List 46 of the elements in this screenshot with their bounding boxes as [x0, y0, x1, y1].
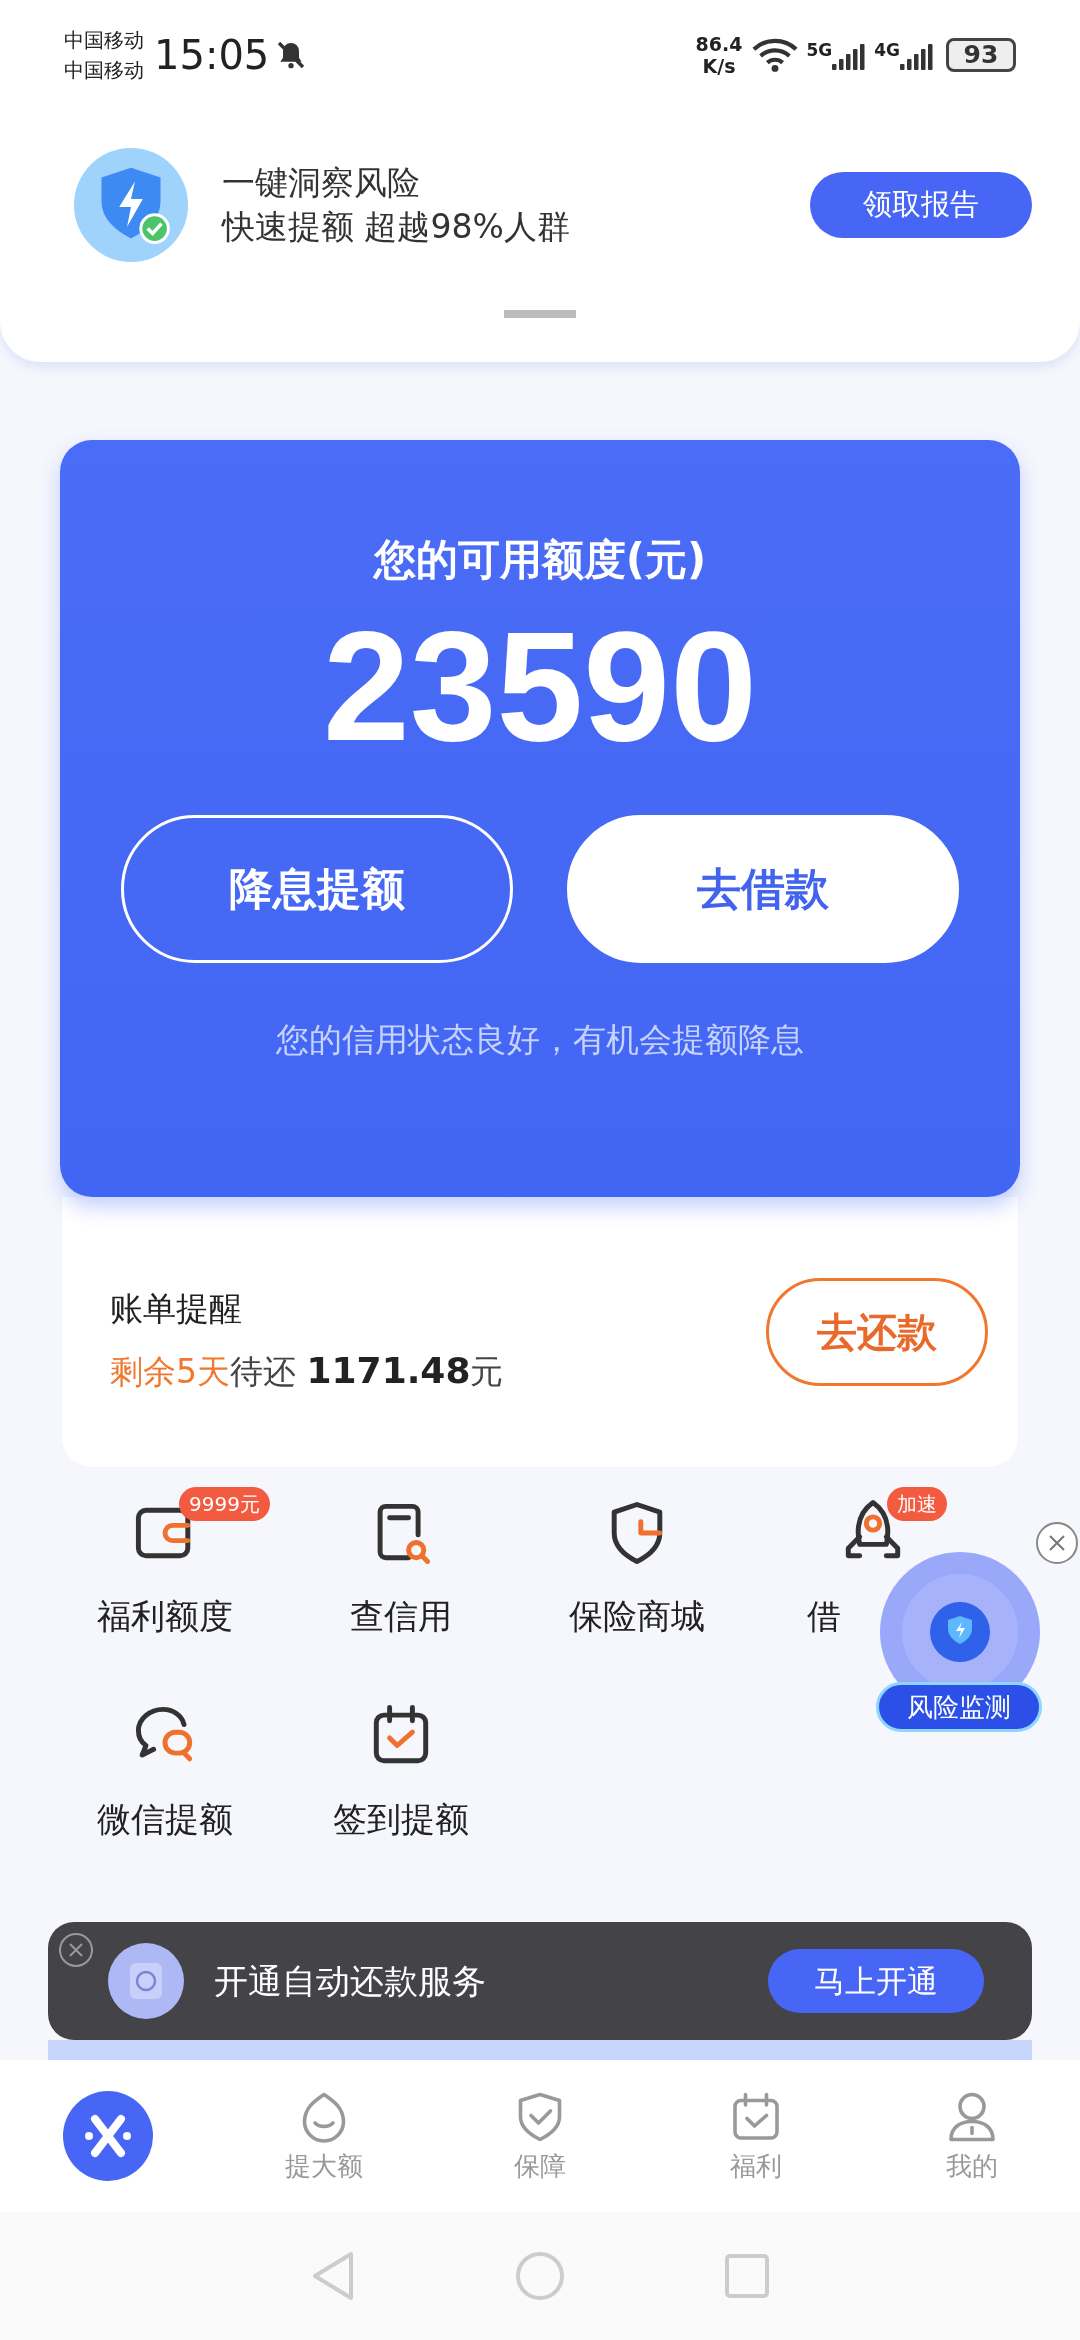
nav-tab[interactable]: 福利	[648, 2086, 864, 2186]
shield-lightning-icon	[72, 146, 190, 264]
wifi-icon	[752, 37, 799, 73]
rate-quota-button[interactable]: 降息提额	[121, 815, 513, 963]
risk-monitor-label: 风险监测	[876, 1682, 1042, 1732]
service-label[interactable]: 福利额度	[97, 1591, 233, 1642]
carrier-label: 中国移动	[64, 27, 144, 54]
get-report-button[interactable]: 领取报告	[810, 172, 1032, 238]
bill-due-text: 剩余5天待还 1171.48元	[110, 1348, 504, 1393]
battery-indicator: 93	[946, 38, 1016, 72]
credit-note: 您的信用状态良好，有机会提额降息	[276, 1019, 804, 1061]
speed-value: 86.4	[695, 33, 743, 55]
promo-subtitle: 快速提额 超越98%人群	[222, 206, 570, 248]
borrow-button[interactable]: 去借款	[567, 815, 959, 963]
close-icon[interactable]	[58, 1932, 94, 1968]
drag-handle[interactable]	[504, 310, 576, 318]
home-icon[interactable]	[515, 2251, 565, 2301]
service-label[interactable]: 保险商城	[569, 1591, 705, 1642]
risk-monitor-widget[interactable]: 风险监测	[876, 1552, 1042, 1732]
network-label: 4G	[874, 40, 900, 60]
back-icon[interactable]	[311, 2250, 355, 2302]
close-widget-button[interactable]	[1036, 1522, 1078, 1564]
service-label[interactable]: 微信提额	[97, 1794, 233, 1845]
promo-title: 一键洞察风险	[222, 162, 421, 204]
nav-tab[interactable]: 我的	[864, 2086, 1080, 2186]
home-logo-tab[interactable]	[63, 2091, 153, 2181]
enable-now-button[interactable]: 马上开通	[768, 1949, 984, 2013]
service-badge: 加速	[887, 1487, 947, 1521]
bill-title: 账单提醒	[110, 1288, 243, 1331]
clock: 15:05	[154, 31, 270, 80]
quota-amount: 23590	[323, 601, 757, 771]
auto-repay-icon	[108, 1943, 184, 2019]
quota-title: 您的可用额度(元)	[373, 534, 707, 586]
recents-icon[interactable]	[725, 2254, 769, 2298]
service-label[interactable]: 借	[807, 1591, 841, 1642]
carrier-label: 中国移动	[64, 57, 144, 84]
service-badge: 9999元	[179, 1487, 270, 1521]
nav-tab[interactable]: 保障	[432, 2086, 648, 2186]
speed-unit: K/s	[702, 55, 736, 77]
toast-text: 开通自动还款服务	[214, 1959, 486, 2003]
service-label[interactable]: 查信用	[350, 1591, 452, 1642]
service-label[interactable]: 签到提额	[333, 1794, 469, 1845]
network-label: 5G	[806, 40, 833, 60]
nav-tab[interactable]: 提大额	[216, 2086, 432, 2186]
repay-button[interactable]: 去还款	[766, 1278, 988, 1386]
close-icon	[1047, 1533, 1067, 1553]
